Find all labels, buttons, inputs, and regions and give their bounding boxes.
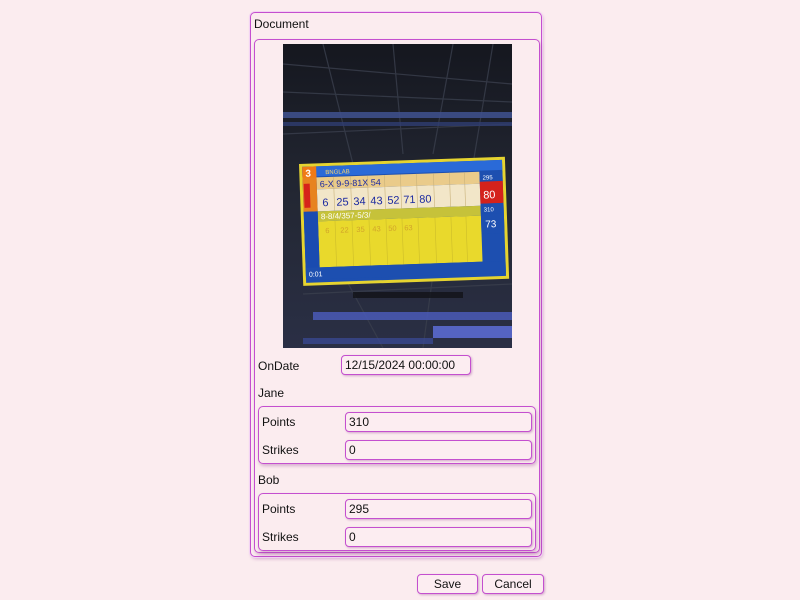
- scoreboard-photo: 3 BNGLAB 6-X 9-9-81X 54 6 25 34 43 52 71…: [283, 44, 512, 348]
- player1-frame-5: 52: [387, 195, 400, 207]
- jane-strikes-field[interactable]: [345, 440, 532, 460]
- player1-frame-7: 80: [419, 193, 432, 205]
- jane-strikes-label: Strikes: [262, 443, 299, 457]
- bob-strikes-field[interactable]: [345, 527, 532, 547]
- player2-frame-4: 43: [372, 224, 381, 233]
- cancel-button[interactable]: Cancel: [482, 574, 544, 594]
- player2-marks: 8-8/4/357-5/3/: [321, 211, 372, 222]
- player2-frame-3: 35: [356, 225, 365, 234]
- jane-points-field[interactable]: [345, 412, 532, 432]
- bob-points-field[interactable]: [345, 499, 532, 519]
- bob-points-label: Points: [262, 502, 296, 516]
- player1-marks: 6-X 9-9-81X 54: [320, 177, 381, 189]
- player2-frame-5: 50: [388, 224, 397, 233]
- player-bob-name: Bob: [258, 473, 280, 487]
- save-button[interactable]: Save: [417, 574, 478, 594]
- ondate-field[interactable]: [341, 355, 471, 375]
- player1-total: 80: [483, 189, 496, 201]
- player-jane-name: Jane: [258, 386, 285, 400]
- player2-frame-1: 6: [325, 226, 329, 235]
- player2-side-score: 310: [484, 207, 495, 213]
- player1-frame-2: 25: [336, 196, 349, 208]
- player1-frame-3: 34: [353, 196, 366, 208]
- player1-side-score: 295: [483, 175, 494, 181]
- scoreboard-photo-graphic: 3 BNGLAB 6-X 9-9-81X 54 6 25 34 43 52 71…: [283, 44, 512, 348]
- player1-frame-1: 6: [322, 197, 329, 209]
- player2-frame-2: 22: [340, 225, 349, 234]
- player1-frame-4: 43: [370, 195, 383, 207]
- player1-frame-6: 71: [403, 194, 416, 206]
- bob-strikes-label: Strikes: [262, 530, 299, 544]
- scoreboard-clock: 0:01: [309, 271, 323, 278]
- player2-total: 73: [485, 219, 497, 230]
- player2-frame-6: 63: [404, 223, 413, 232]
- jane-points-label: Points: [262, 415, 296, 429]
- scoreboard-header-text: BNGLAB: [325, 169, 350, 176]
- document-title: Document: [254, 17, 309, 31]
- ondate-label: OnDate: [258, 359, 300, 373]
